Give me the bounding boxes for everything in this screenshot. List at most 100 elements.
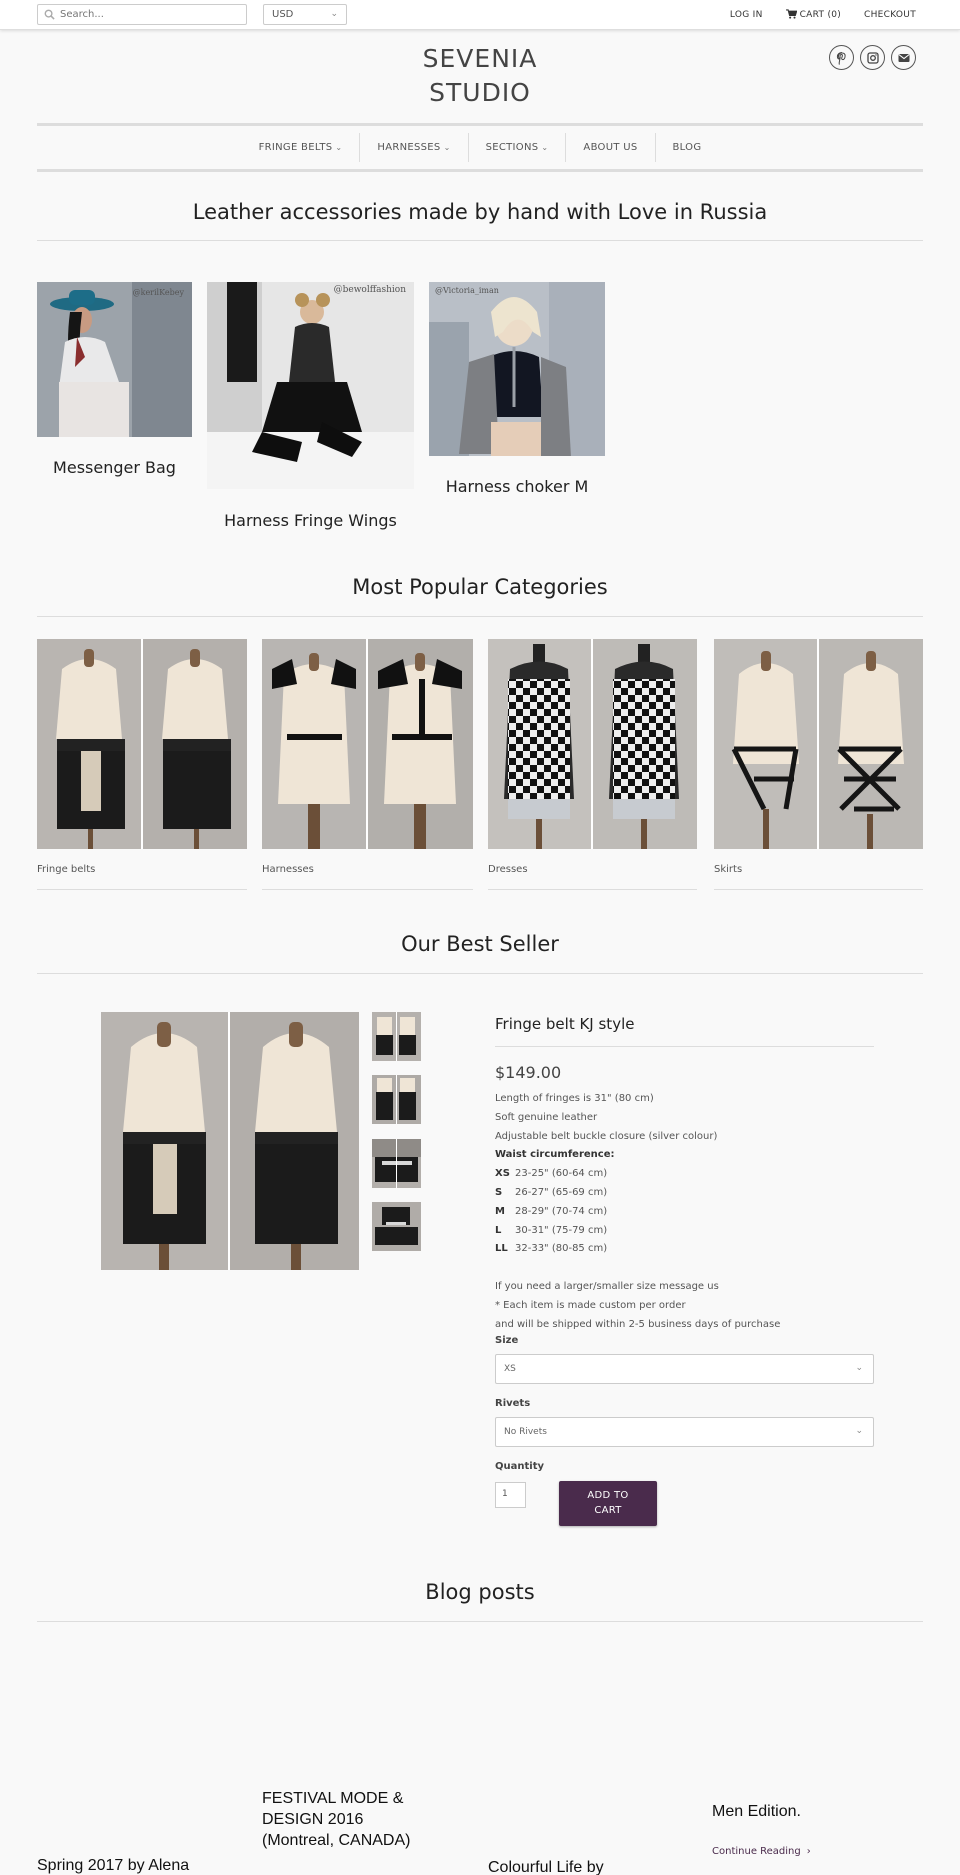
category-photo xyxy=(37,639,247,849)
product-title[interactable]: Harness choker M xyxy=(429,477,605,496)
email-link[interactable] xyxy=(891,45,916,70)
divider xyxy=(495,1046,874,1047)
category-photo xyxy=(714,639,923,849)
instagram-link[interactable] xyxy=(860,45,885,70)
instagram-icon xyxy=(867,52,879,64)
description-line: Length of fringes is 31" (80 cm) xyxy=(495,1093,654,1104)
nav-item-label: BLOG xyxy=(672,142,702,153)
search-box[interactable] xyxy=(37,4,247,25)
category-image-skirts[interactable] xyxy=(714,639,923,849)
nav-item-label: FRINGE BELTS xyxy=(258,142,333,153)
search-input[interactable] xyxy=(60,7,240,22)
size-code: M xyxy=(495,1205,505,1217)
product-photo xyxy=(429,282,605,456)
quantity-input[interactable]: 1 xyxy=(495,1482,526,1508)
thumbnail-photo xyxy=(372,1139,421,1188)
product-thumbnail[interactable] xyxy=(372,1012,421,1061)
rivets-selected-value: No Rivets xyxy=(504,1427,547,1437)
size-code: L xyxy=(495,1224,502,1236)
chevron-down-icon: ⌄ xyxy=(443,143,451,152)
description-line: Soft genuine leather xyxy=(495,1111,598,1123)
size-code: S xyxy=(495,1186,503,1198)
nav-item-label: ABOUT US xyxy=(583,142,638,153)
continue-label: Continue Reading xyxy=(712,1846,801,1857)
best-seller-heading: Our Best Seller xyxy=(401,932,559,956)
divider xyxy=(37,973,923,974)
chevron-down-icon: ⌄ xyxy=(335,143,343,152)
product-photo xyxy=(37,282,192,437)
description-line: Adjustable belt buckle closure (silver c… xyxy=(495,1130,718,1142)
size-select[interactable]: XS ⌄ xyxy=(495,1354,874,1384)
continue-reading-link[interactable]: Continue Reading › xyxy=(712,1846,811,1857)
chevron-down-icon: ⌄ xyxy=(855,1363,863,1373)
thumbnail-photo xyxy=(375,1207,418,1245)
product-main-image[interactable] xyxy=(101,1012,359,1270)
divider xyxy=(262,889,473,890)
category-label[interactable]: Skirts xyxy=(714,864,742,875)
divider xyxy=(714,889,923,890)
category-photo xyxy=(262,639,473,849)
social-links xyxy=(823,45,916,74)
product-image-harness-choker-m[interactable]: @Victoria_iman xyxy=(429,282,605,456)
product-description: Length of fringes is 31" (80 cm) Soft ge… xyxy=(495,1090,875,1334)
photo-credit: @kerilKebey xyxy=(132,288,184,297)
size-selected-value: XS xyxy=(504,1364,516,1374)
category-label[interactable]: Fringe belts xyxy=(37,864,95,875)
category-image-harnesses[interactable] xyxy=(262,639,473,849)
category-label[interactable]: Dresses xyxy=(488,864,528,875)
size-value: 30-31" (75-79 cm) xyxy=(515,1224,608,1236)
quantity-label: Quantity xyxy=(495,1461,544,1472)
rivets-label: Rivets xyxy=(495,1398,531,1409)
product-thumbnail[interactable] xyxy=(372,1075,421,1124)
waist-heading: Waist circumference: xyxy=(495,1149,615,1161)
pinterest-link[interactable] xyxy=(829,45,854,70)
product-price: $149.00 xyxy=(495,1063,562,1082)
photo-credit: @Victoria_iman xyxy=(435,286,499,295)
categories-heading: Most Popular Categories xyxy=(352,575,608,599)
login-link[interactable]: LOG IN xyxy=(730,10,763,20)
main-nav: FRINGE BELTS ⌄ HARNESSES ⌄ SECTIONS ⌄ ABOUT US… xyxy=(37,123,923,172)
product-image-messenger-bag[interactable]: @kerilKebey xyxy=(37,282,192,437)
blog-post-title[interactable]: Spring 2017 by Alena xyxy=(37,1855,237,1875)
thumbnail-photo xyxy=(376,1012,416,1061)
nav-item-about-us[interactable]: ABOUT US xyxy=(565,133,654,162)
nav-item-blog[interactable]: BLOG xyxy=(654,133,719,162)
category-label[interactable]: Harnesses xyxy=(262,864,314,875)
search-icon xyxy=(44,9,55,20)
blog-post-title[interactable]: FESTIVAL MODE & DESIGN 2016 (Montreal, C… xyxy=(262,1788,437,1851)
button-label-line: CART xyxy=(594,1505,622,1516)
site-logo[interactable]: SEVENIA STUDIO xyxy=(380,42,580,110)
cart-link[interactable]: CART (0) xyxy=(785,9,842,20)
size-value: 32-33" (80-85 cm) xyxy=(515,1243,608,1255)
checkout-link[interactable]: CHECKOUT xyxy=(864,10,916,20)
category-image-dresses[interactable] xyxy=(488,639,697,849)
nav-item-label: HARNESSES xyxy=(377,142,441,153)
thumbnail-photo xyxy=(376,1075,416,1124)
product-image-harness-fringe-wings[interactable]: @bewolffashion xyxy=(207,282,414,489)
nav-item-harnesses[interactable]: HARNESSES ⌄ xyxy=(359,133,467,162)
category-image-fringe-belts[interactable] xyxy=(37,639,247,849)
add-to-cart-button[interactable]: ADD TO CART xyxy=(559,1481,657,1526)
product-title[interactable]: Harness Fringe Wings xyxy=(207,511,414,530)
product-title[interactable]: Messenger Bag xyxy=(37,458,192,477)
size-row: LL 32-33" (80-85 cm) xyxy=(495,1240,875,1259)
currency-select[interactable]: USD ⌄ xyxy=(263,4,347,25)
product-photo xyxy=(101,1012,359,1270)
note-line: If you need a larger/smaller size messag… xyxy=(495,1280,719,1292)
blog-post-title[interactable]: Colourful Life by xyxy=(488,1857,688,1875)
divider xyxy=(37,616,923,617)
divider xyxy=(37,240,923,241)
divider xyxy=(37,889,247,890)
size-value: 28-29" (70-74 cm) xyxy=(515,1205,608,1217)
logo-line-1: SEVENIA xyxy=(422,44,538,73)
chevron-down-icon: ⌄ xyxy=(330,9,338,19)
currency-value: USD xyxy=(272,9,294,20)
nav-item-sections[interactable]: SECTIONS ⌄ xyxy=(467,133,566,162)
blog-post-title[interactable]: Men Edition. xyxy=(712,1801,912,1822)
rivets-select[interactable]: No Rivets ⌄ xyxy=(495,1417,874,1447)
product-thumbnail[interactable] xyxy=(372,1139,421,1188)
nav-item-fringe-belts[interactable]: FRINGE BELTS ⌄ xyxy=(242,133,360,162)
product-thumbnail[interactable] xyxy=(372,1202,421,1251)
divider xyxy=(488,889,697,890)
chevron-down-icon: ⌄ xyxy=(541,143,549,152)
